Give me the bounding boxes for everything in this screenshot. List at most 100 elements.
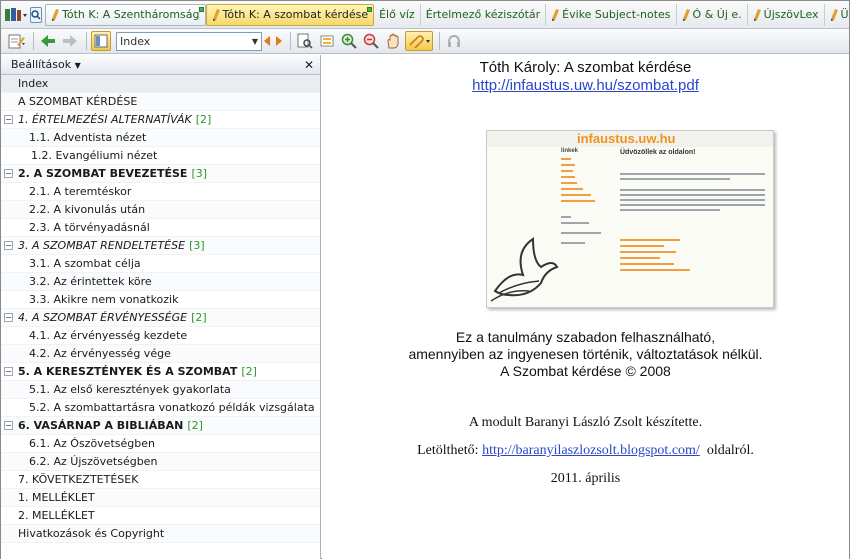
module-select[interactable]: Index ▼	[116, 31, 262, 51]
close-tab-icon[interactable]	[367, 6, 373, 12]
thumb-line	[620, 209, 720, 211]
tree-item-count: [2]	[187, 419, 203, 432]
tree-item[interactable]: 7. KÖVETKEZTETÉSEK	[1, 471, 320, 489]
settings-dropdown[interactable]: Beállítások ▼	[11, 58, 81, 71]
collapse-icon[interactable]: −	[4, 115, 13, 124]
tab-3[interactable]: Értelmező kéziszótár	[421, 3, 547, 26]
tree-item-text: 3.1. A szombat célja	[29, 257, 141, 270]
collapse-icon[interactable]: −	[4, 313, 13, 322]
thumb-line	[620, 189, 765, 191]
back-button[interactable]	[38, 31, 58, 51]
pan-button[interactable]	[383, 31, 403, 51]
tree-item[interactable]: A SZOMBAT KÉRDÉSE	[1, 93, 320, 111]
pencil-icon	[830, 8, 838, 21]
website-screenshot[interactable]: infaustus.uw.hu Üdvözöllek az oldalon! l…	[486, 130, 774, 308]
forward-button[interactable]	[60, 31, 80, 51]
tree-item-label: 2. A SZOMBAT BEVEZETÉSE [3]	[18, 167, 207, 180]
view-page-button[interactable]	[295, 31, 315, 51]
tree-item[interactable]: −3. A SZOMBAT RENDELTETÉSE [3]	[1, 237, 320, 255]
arrow-left-icon	[41, 35, 55, 47]
library-menu-button[interactable]	[4, 4, 28, 26]
highlight-button[interactable]	[317, 31, 337, 51]
tree-item-text: 6.1. Az Ószövetségben	[29, 437, 155, 450]
toggle-panel-button[interactable]	[91, 31, 111, 51]
copyright-line: A Szombat kérdése © 2008	[500, 363, 671, 379]
zoom-in-button[interactable]	[339, 31, 359, 51]
search-tab-button[interactable]	[30, 6, 42, 23]
thumb-line	[620, 199, 765, 201]
close-tab-icon[interactable]	[198, 6, 204, 12]
download-link[interactable]: http://baranyilaszlozsolt.blogspot.com/	[482, 443, 700, 458]
tree-item[interactable]: 4.1. Az érvényesség kezdete	[1, 327, 320, 345]
collapse-icon[interactable]: −	[4, 241, 13, 250]
tree-item[interactable]: Index	[1, 75, 320, 93]
thumb-links-label: linkek	[561, 148, 579, 154]
tree-item[interactable]: 5.2. A szombattartásra vonatkozó példák …	[1, 399, 320, 417]
tree-item[interactable]: 2.3. A törvényadásnál	[1, 219, 320, 237]
tree-item[interactable]: 5.1. Az első keresztények gyakorlata	[1, 381, 320, 399]
bookmark-tool-button[interactable]	[405, 31, 433, 51]
highlight-icon	[320, 35, 334, 47]
document-url-link[interactable]: http://infaustus.uw.hu/szombat.pdf	[322, 77, 849, 94]
thumb-line	[620, 173, 765, 175]
tree-item[interactable]: −4. A SZOMBAT ÉRVÉNYESSÉGE [2]	[1, 309, 320, 327]
tree-item-label: 4.1. Az érvényesség kezdete	[29, 329, 187, 342]
close-icon[interactable]: ✕	[304, 58, 314, 72]
search-icon	[31, 9, 41, 20]
tree-item[interactable]: −2. A SZOMBAT BEVEZETÉSE [3]	[1, 165, 320, 183]
tab-1[interactable]: Tóth K: A szombat kérdése	[205, 3, 375, 26]
thumb-line	[620, 245, 664, 247]
tab-7[interactable]: Üzen az OT	[825, 4, 849, 26]
tab-label: Értelmező kéziszótár	[425, 8, 541, 21]
tree-item[interactable]: 6.2. Az Újszövetségben	[1, 453, 320, 471]
tree-item[interactable]: 2.1. A teremtéskor	[1, 183, 320, 201]
collapse-icon[interactable]: −	[4, 169, 13, 178]
tab-0[interactable]: Tóth K: A Szentháromság	[45, 3, 206, 26]
tree-item[interactable]: −5. A KERESZTÉNYEK ÉS A SZOMBAT [2]	[1, 363, 320, 381]
tree-item[interactable]: 1. MELLÉKLET	[1, 489, 320, 507]
tree-item[interactable]: −1. ÉRTELMEZÉSI ALTERNATÍVÁK [2]	[1, 111, 320, 129]
tab-label: Évike Subject-notes	[562, 8, 671, 21]
tree-item[interactable]: −6. VASÁRNAP A BIBLIÁBAN [2]	[1, 417, 320, 435]
collapse-icon[interactable]: −	[4, 421, 13, 430]
tree-item-label: 4.2. Az érvényesség vége	[29, 347, 171, 360]
license-line-1: Ez a tanulmány szabadon felhasználható,	[455, 329, 716, 345]
tree-item[interactable]: 6.1. Az Ószövetségben	[1, 435, 320, 453]
tab-6[interactable]: ÚjszövLex	[748, 3, 825, 26]
zoom-out-button[interactable]	[361, 31, 381, 51]
tree-item-label: A SZOMBAT KÉRDÉSE	[18, 95, 137, 108]
tree-item-label: 5.1. Az első keresztények gyakorlata	[29, 383, 231, 396]
toolbar-separator	[439, 32, 440, 50]
sync-button[interactable]	[444, 31, 464, 51]
application-window: Tóth K: A Szentháromság Tóth K: A szombat…	[0, 0, 850, 559]
books-icon	[5, 7, 27, 21]
tree-item[interactable]: 2. MELLÉKLET	[1, 507, 320, 525]
tree-item-count: [2]	[195, 113, 212, 126]
tree-item[interactable]: 4.2. Az érvényesség vége	[1, 345, 320, 363]
tree-item[interactable]: 1.2. Evangéliumi nézet	[1, 147, 320, 165]
tree-item-label: 1.2. Evangéliumi nézet	[31, 149, 157, 162]
tree-item[interactable]: 3.3. Akikre nem vonatkozik	[1, 291, 320, 309]
tree-item[interactable]: 3.1. A szombat célja	[1, 255, 320, 273]
tree-item[interactable]: 3.2. Az érintettek köre	[1, 273, 320, 291]
tree-item[interactable]: Hivatkozások és Copyright	[1, 525, 320, 543]
tree-item-text: 2. A SZOMBAT BEVEZETÉSE	[18, 167, 188, 180]
module-tab-bar: Tóth K: A Szentháromság Tóth K: A szombat…	[1, 1, 849, 29]
tree-item-label: 6.2. Az Újszövetségben	[29, 455, 157, 468]
edit-note-button[interactable]	[7, 31, 27, 51]
tab-2[interactable]: Élő víz	[374, 3, 421, 26]
tree-item-text: 1.2. Evangéliumi nézet	[31, 149, 158, 162]
tree-item-label: Hivatkozások és Copyright	[18, 527, 164, 540]
license-line-2: amennyiben az ingyenesen történik, válto…	[408, 346, 763, 362]
thumb-line	[561, 164, 575, 166]
pencil-icon	[682, 8, 690, 21]
tab-5[interactable]: Ó & Új e.	[677, 3, 748, 26]
tree-item[interactable]: 2.2. A kivonulás után	[1, 201, 320, 219]
tab-4[interactable]: Évike Subject-notes	[546, 3, 677, 26]
contents-panel: Beállítások ▼ ✕ Index A SZOMBAT KÉRDÉSE −1…	[1, 55, 321, 559]
collapse-icon[interactable]: −	[4, 367, 13, 376]
prev-next-button[interactable]	[262, 31, 284, 51]
contents-tree: Index A SZOMBAT KÉRDÉSE −1. ÉRTELMEZÉSI AL…	[1, 75, 320, 543]
tree-item[interactable]: 1.1. Adventista nézet	[1, 129, 320, 147]
thumb-line	[561, 232, 601, 234]
